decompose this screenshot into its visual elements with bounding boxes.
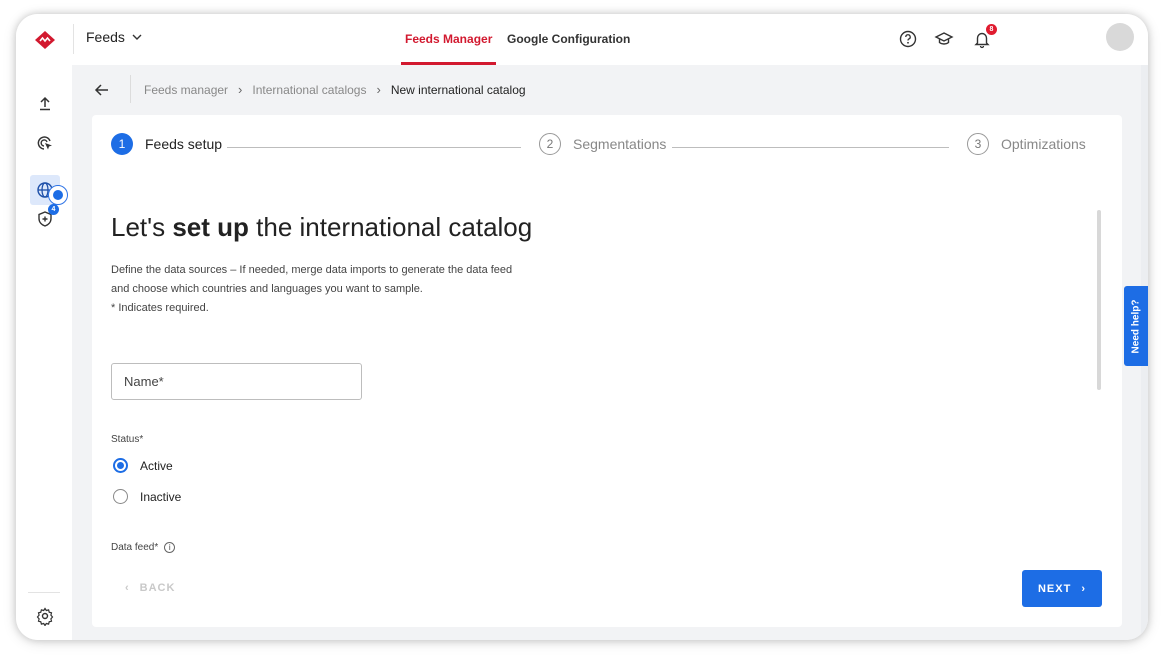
settings-icon[interactable]	[35, 606, 55, 626]
next-button[interactable]: NEXT ›	[1022, 570, 1102, 607]
status-option-active[interactable]: Active	[113, 458, 173, 473]
upload-icon[interactable]	[35, 94, 55, 114]
title-bold: set up	[172, 212, 249, 242]
help-icon[interactable]	[898, 29, 918, 49]
chevron-right-icon: ›	[376, 82, 381, 97]
info-icon[interactable]: i	[164, 542, 176, 553]
step-number: 1	[111, 133, 133, 155]
back-arrow-icon[interactable]	[92, 80, 112, 100]
logo-divider	[73, 24, 74, 54]
form-card: 1 Feeds setup 2 Segmentations 3 Optimiza…	[92, 115, 1122, 627]
top-bar: Feeds Feeds Manager Google Configuration…	[16, 14, 1148, 65]
step-connector	[227, 147, 521, 148]
need-help-tab[interactable]: Need help?	[1124, 286, 1148, 366]
chevron-right-icon: ›	[238, 82, 243, 97]
sidebar: 4	[16, 65, 72, 640]
radio-inactive[interactable]	[113, 489, 128, 504]
target-icon[interactable]	[35, 133, 55, 153]
breadcrumb: Feeds manager › International catalogs ›…	[144, 82, 526, 97]
step-optimizations: 3 Optimizations	[967, 133, 1086, 155]
data-feed-label: Data feed*	[111, 542, 159, 554]
status-option-inactive[interactable]: Inactive	[113, 489, 181, 504]
main-content: Feeds manager › International catalogs ›…	[72, 65, 1148, 640]
step-label: Segmentations	[573, 136, 667, 152]
step-number: 3	[967, 133, 989, 155]
required-note: * Indicates required.	[111, 302, 209, 314]
step-connector	[672, 147, 949, 148]
next-button-label: NEXT	[1037, 582, 1072, 595]
radio-label: Inactive	[140, 489, 182, 504]
breadcrumb-current: New international catalog	[390, 82, 526, 97]
title-suffix: the international catalog	[248, 212, 533, 242]
step-label: Feeds setup	[145, 136, 223, 152]
app-window: Feeds Feeds Manager Google Configuration…	[16, 14, 1148, 640]
page-title: Let's set up the international catalog	[111, 212, 532, 243]
form-scrollbar[interactable]	[1097, 210, 1101, 390]
back-button-label: BACK	[139, 582, 176, 594]
chevron-left-icon: ‹	[125, 582, 130, 594]
back-button[interactable]: ‹ BACK	[125, 582, 175, 594]
sidebar-badge: 4	[48, 204, 59, 215]
need-help-label: Need help?	[1130, 299, 1142, 353]
step-label: Optimizations	[1001, 136, 1086, 152]
radio-label: Active	[140, 458, 173, 473]
sidebar-tour-indicator[interactable]	[48, 185, 68, 205]
breadcrumb-feeds-manager[interactable]: Feeds manager	[144, 83, 228, 97]
app-selector[interactable]: Feeds	[86, 29, 143, 45]
chevron-down-icon	[132, 34, 142, 40]
description-line: Define the data sources – If needed, mer…	[111, 264, 513, 276]
notification-badge: 8	[986, 24, 997, 35]
app-selector-label: Feeds	[86, 29, 125, 45]
academy-icon[interactable]	[934, 29, 954, 49]
breadcrumb-divider	[130, 75, 131, 103]
radio-active[interactable]	[113, 458, 128, 473]
breadcrumb-bar: Feeds manager › International catalogs ›…	[72, 65, 1138, 115]
sidebar-divider	[28, 592, 60, 593]
description-line: and choose which countries and languages…	[111, 283, 423, 295]
data-feed-label-row: Data feed* i	[111, 542, 176, 554]
chevron-right-icon: ›	[1081, 582, 1086, 595]
step-segmentations: 2 Segmentations	[539, 133, 666, 155]
form-description: Define the data sources – If needed, mer…	[111, 261, 631, 318]
tab-feeds-manager[interactable]: Feeds Manager	[400, 32, 497, 65]
tab-google-configuration[interactable]: Google Configuration	[507, 32, 630, 46]
title-prefix: Let's	[111, 212, 173, 242]
step-feeds-setup: 1 Feeds setup	[111, 133, 222, 155]
name-input[interactable]	[111, 363, 362, 400]
breadcrumb-international-catalogs[interactable]: International catalogs	[252, 83, 366, 97]
brand-logo[interactable]	[34, 29, 56, 51]
step-number: 2	[539, 133, 561, 155]
status-label: Status*	[111, 434, 144, 445]
avatar[interactable]	[1106, 23, 1134, 51]
